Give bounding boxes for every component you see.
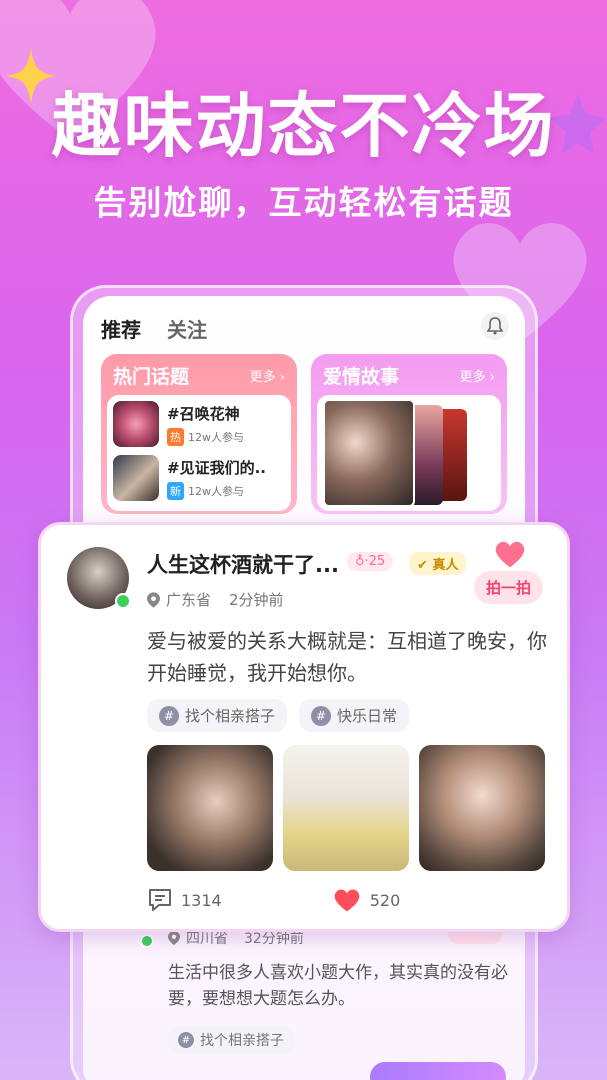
topic-item[interactable]: #见证我们的.. 新 12w人参与 xyxy=(113,455,285,501)
topic-tag[interactable]: # 找个相亲搭子 xyxy=(147,699,288,732)
topic-tag[interactable]: # 快乐日常 xyxy=(299,699,410,732)
heart-icon xyxy=(334,889,360,912)
topic-thumbnail xyxy=(113,455,159,501)
age-badge: ♁·25 xyxy=(347,552,394,571)
tag-list: # 找个相亲搭子 # 快乐日常 xyxy=(147,699,410,732)
topic-tag[interactable]: # 找个相亲搭子 xyxy=(168,1026,294,1054)
hot-topics-panel: 热门话题 更多 › #召唤花神 热 12w人参与 #见证我们的.. 新 12w人… xyxy=(101,354,297,514)
topic-tag-label: 快乐日常 xyxy=(337,707,398,725)
tab-recommend[interactable]: 推荐 xyxy=(101,314,141,345)
love-stories-carousel[interactable] xyxy=(317,395,501,511)
pat-button[interactable]: 拍一拍 xyxy=(473,571,543,604)
location-text: 广东省 xyxy=(166,591,212,609)
new-badge: 新 xyxy=(167,481,184,500)
topic-tag-label: 找个相亲搭子 xyxy=(185,707,276,725)
photo-grid xyxy=(147,745,545,871)
love-stories-panel: 爱情故事 更多 › xyxy=(311,354,507,514)
post-text: 爱与被爱的关系大概就是：互相道了晚安，你开始睡觉，我开始想你。 xyxy=(147,629,547,685)
post-photo[interactable] xyxy=(283,745,409,871)
post-photo[interactable] xyxy=(419,745,545,871)
post-photo[interactable] xyxy=(147,745,273,871)
topic-participants: 12w人参与 xyxy=(188,484,244,498)
like-count: 520 xyxy=(369,890,401,910)
location-pin-icon xyxy=(168,931,180,945)
topic-participants: 12w人参与 xyxy=(188,430,244,444)
notification-bell-icon[interactable] xyxy=(481,312,509,340)
love-stories-title: 爱情故事 xyxy=(323,366,400,388)
topic-name: #见证我们的.. xyxy=(167,458,266,477)
comment-icon xyxy=(149,889,171,911)
topic-name: #召唤花神 xyxy=(167,404,240,423)
location-row: 广东省 2分钟前 xyxy=(147,589,284,610)
comment-count: 1314 xyxy=(181,890,222,910)
post-time: 2分钟前 xyxy=(229,591,284,609)
hashtag-icon: # xyxy=(311,705,332,726)
subheadline: 告别尬聊，互动轻松有话题 xyxy=(93,183,514,222)
verified-badge: ✔ 真人 xyxy=(409,552,467,575)
story-photo xyxy=(323,399,415,507)
hot-topics-title: 热门话题 xyxy=(113,366,190,388)
post-card[interactable]: 人生这杯酒就干了... ♁·25 ✔ 真人 拍一拍 广东省 2分钟前 爱与被爱的… xyxy=(38,522,570,932)
hot-topics-more-link[interactable]: 更多 › xyxy=(250,366,285,385)
topic-tag-label: 找个相亲搭子 xyxy=(200,1033,284,1049)
username[interactable]: 人生这杯酒就干了... xyxy=(147,549,339,579)
post-actions: 1314 520 xyxy=(147,887,400,913)
floating-action-button[interactable] xyxy=(370,1062,506,1080)
hashtag-icon: # xyxy=(178,1032,194,1048)
hot-badge: 热 xyxy=(167,427,184,446)
comment-button[interactable]: 1314 xyxy=(147,888,222,912)
headline: 趣味动态不冷场 xyxy=(51,85,556,167)
like-button[interactable]: 520 xyxy=(332,887,401,913)
love-stories-more-link[interactable]: 更多 › xyxy=(460,366,495,385)
tab-following[interactable]: 关注 xyxy=(167,314,207,343)
top-tabs: 推荐 关注 xyxy=(101,314,207,345)
topic-item[interactable]: #召唤花神 热 12w人参与 xyxy=(113,401,285,447)
location-pin-icon xyxy=(147,591,160,608)
heart-decoration-icon xyxy=(495,541,525,568)
online-status-dot xyxy=(140,934,154,948)
verified-check-icon: ✔ xyxy=(417,558,428,573)
hashtag-icon: # xyxy=(159,705,179,726)
topic-thumbnail xyxy=(113,401,159,447)
post-text: 生活中很多人喜欢小题大作，其实真的没有必要，要想想大题怎么办。 xyxy=(168,963,508,1009)
online-status-dot xyxy=(115,593,131,609)
